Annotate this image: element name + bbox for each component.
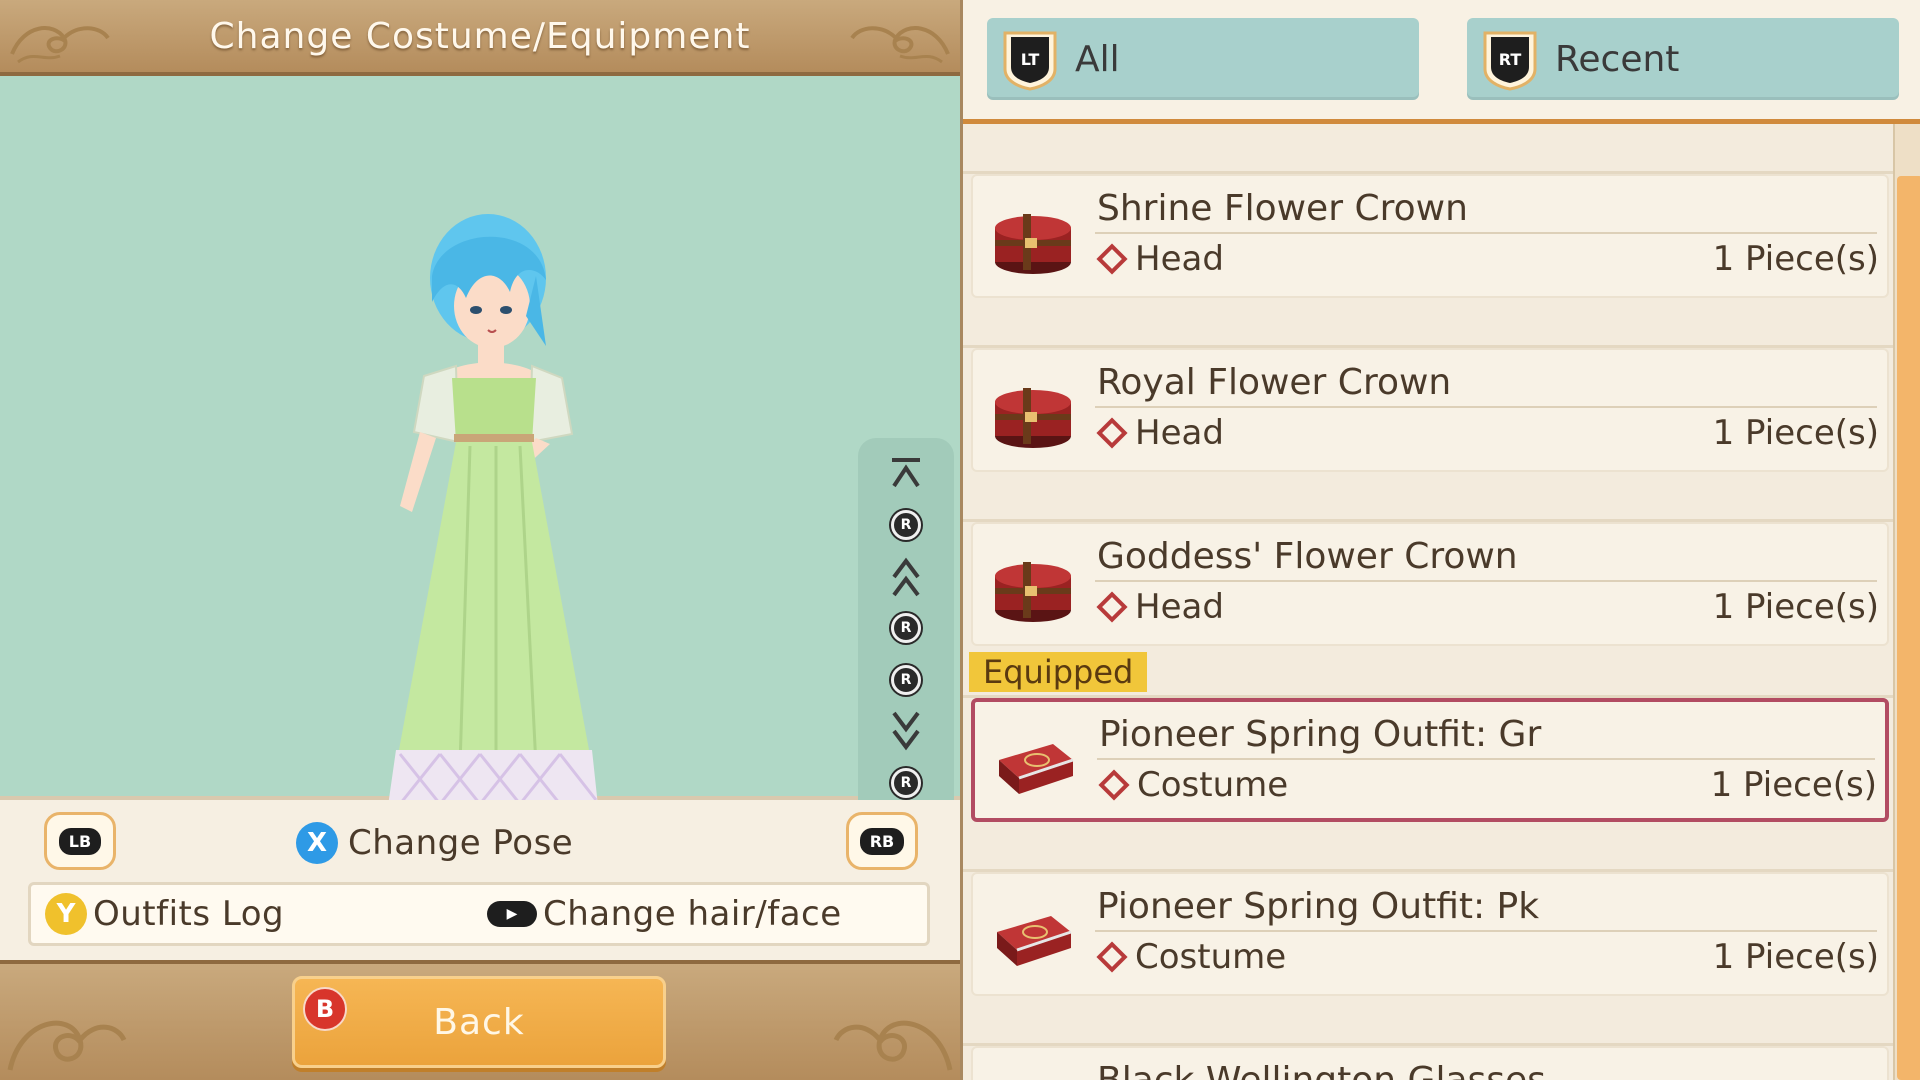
item-name: Shrine Flower Crown <box>1095 188 1877 234</box>
right-stick-icon: R <box>891 510 921 541</box>
footer: B Back <box>0 960 960 1080</box>
change-hair-face-button[interactable]: ▶ Change hair/face <box>487 894 842 934</box>
preview-pane: Change Costume/Equipment R R R R LB X Ch… <box>0 0 960 1080</box>
item-slot-label: Head <box>1135 587 1224 627</box>
camera-up-icon[interactable] <box>881 557 931 597</box>
change-hair-face-label: Change hair/face <box>543 894 842 934</box>
page-title: Change Costume/Equipment <box>209 15 751 57</box>
tab-all-label: All <box>1075 38 1120 80</box>
item-slot-label: Costume <box>1137 765 1289 805</box>
list-item-equipped[interactable]: Pioneer Spring Outfit: Gr Costume 1 Piec… <box>971 698 1889 822</box>
character-model <box>388 214 598 830</box>
suitcase-icon <box>997 916 1072 966</box>
equipped-badge: Equipped <box>969 652 1148 692</box>
hat-box-icon <box>995 562 1071 622</box>
character-preview[interactable]: R R R R <box>0 76 960 870</box>
hat-box-icon <box>995 388 1071 448</box>
camera-rotate-down[interactable]: R <box>881 763 931 803</box>
diamond-icon <box>1096 243 1128 275</box>
list-gap <box>963 472 1893 522</box>
rb-badge: RB <box>859 827 905 855</box>
svg-text:LT: LT <box>1021 50 1040 69</box>
rb-button[interactable]: RB <box>846 812 918 870</box>
item-name: Pioneer Spring Outfit: Gr <box>1097 714 1875 760</box>
change-pose-label: Change Pose <box>348 823 574 863</box>
camera-rotate-left[interactable]: R <box>881 608 931 648</box>
y-button-icon: Y <box>45 893 87 935</box>
list-item[interactable]: Royal Flower Crown Head 1 Piece(s) <box>971 348 1889 472</box>
diamond-icon <box>1098 769 1130 801</box>
item-slot: Head <box>1095 236 1224 282</box>
item-slot-label: Costume <box>1135 937 1287 977</box>
camera-rotate-up[interactable]: R <box>881 505 931 545</box>
item-slot-label: Head <box>1135 239 1224 279</box>
tab-all[interactable]: LT All <box>987 18 1419 100</box>
item-list[interactable]: Shrine Flower Crown Head 1 Piece(s) Roya… <box>963 124 1893 1080</box>
diamond-icon <box>1096 941 1128 973</box>
camera-rotate-right[interactable]: R <box>881 660 931 700</box>
item-name: Goddess' Flower Crown <box>1095 536 1877 582</box>
change-pose-button[interactable]: X Change Pose <box>296 818 573 868</box>
item-quantity: 1 Piece(s) <box>1712 937 1879 977</box>
item-quantity: 1 Piece(s) <box>1712 413 1879 453</box>
item-name: Pioneer Spring Outfit: Pk <box>1095 886 1877 932</box>
diamond-icon <box>1096 591 1128 623</box>
scrollbar-thumb[interactable] <box>1897 176 1920 1080</box>
controls-bar: LB X Change Pose RB Y Outfits Log ▶ Chan… <box>0 800 960 960</box>
svg-text:RT: RT <box>1499 50 1522 69</box>
tab-recent[interactable]: RT Recent <box>1467 18 1899 100</box>
list-gap <box>963 124 1893 174</box>
outfits-log-button[interactable]: Y Outfits Log <box>45 893 284 935</box>
list-item[interactable]: Goddess' Flower Crown Head 1 Piece(s) <box>971 522 1889 646</box>
outfits-log-label: Outfits Log <box>93 894 285 934</box>
right-stick-icon: R <box>891 664 921 695</box>
suitcase-icon <box>999 744 1074 794</box>
scrollbar[interactable] <box>1893 124 1920 1080</box>
flourish-ornament-icon <box>7 1020 127 1071</box>
hat-box-icon <box>995 214 1071 274</box>
item-slot: Head <box>1095 584 1224 630</box>
tab-recent-label: Recent <box>1555 38 1680 80</box>
camera-down-icon[interactable] <box>881 711 931 751</box>
right-stick-icon: R <box>891 613 921 644</box>
list-gap <box>963 822 1893 872</box>
list-gap <box>963 298 1893 348</box>
item-name: Black Wellington Glasses <box>1095 1060 1877 1080</box>
rt-trigger-icon: RT <box>1481 27 1539 91</box>
back-label: Back <box>433 1001 525 1043</box>
item-quantity: 1 Piece(s) <box>1712 239 1879 279</box>
lt-trigger-icon: LT <box>1001 27 1059 91</box>
filter-tabs: LT All RT Recent <box>963 0 1920 124</box>
list-gap: Equipped <box>963 646 1893 698</box>
lb-button[interactable]: LB <box>44 812 116 870</box>
stick-right-icon: ▶ <box>487 901 537 927</box>
lb-badge: LB <box>58 827 102 855</box>
item-slot-label: Head <box>1135 413 1224 453</box>
diamond-icon <box>1096 417 1128 449</box>
list-gap <box>963 996 1893 1046</box>
list-item[interactable]: Black Wellington Glasses <box>971 1046 1889 1080</box>
item-slot: Costume <box>1097 762 1288 808</box>
right-stick-icon: R <box>891 767 921 798</box>
item-quantity: 1 Piece(s) <box>1712 587 1879 627</box>
list-item[interactable]: Shrine Flower Crown Head 1 Piece(s) <box>971 174 1889 298</box>
title-bar: Change Costume/Equipment <box>0 0 960 76</box>
back-button[interactable]: B Back <box>292 976 666 1068</box>
item-name: Royal Flower Crown <box>1095 362 1877 408</box>
item-slot: Head <box>1095 410 1224 456</box>
list-item[interactable]: Pioneer Spring Outfit: Pk Costume 1 Piec… <box>971 872 1889 996</box>
camera-top-icon[interactable] <box>881 454 931 494</box>
flourish-ornament-icon <box>10 26 110 64</box>
x-button-icon: X <box>296 822 338 864</box>
item-quantity: 1 Piece(s) <box>1710 765 1877 805</box>
hint-box: Y Outfits Log ▶ Change hair/face <box>28 882 930 946</box>
item-list-pane: LT All RT Recent Shrine Flower Crown Hea… <box>960 0 1920 1080</box>
item-slot: Costume <box>1095 934 1286 980</box>
b-button-icon: B <box>303 987 347 1031</box>
flourish-ornament-icon <box>850 26 950 64</box>
flourish-ornament-icon <box>833 1020 953 1071</box>
